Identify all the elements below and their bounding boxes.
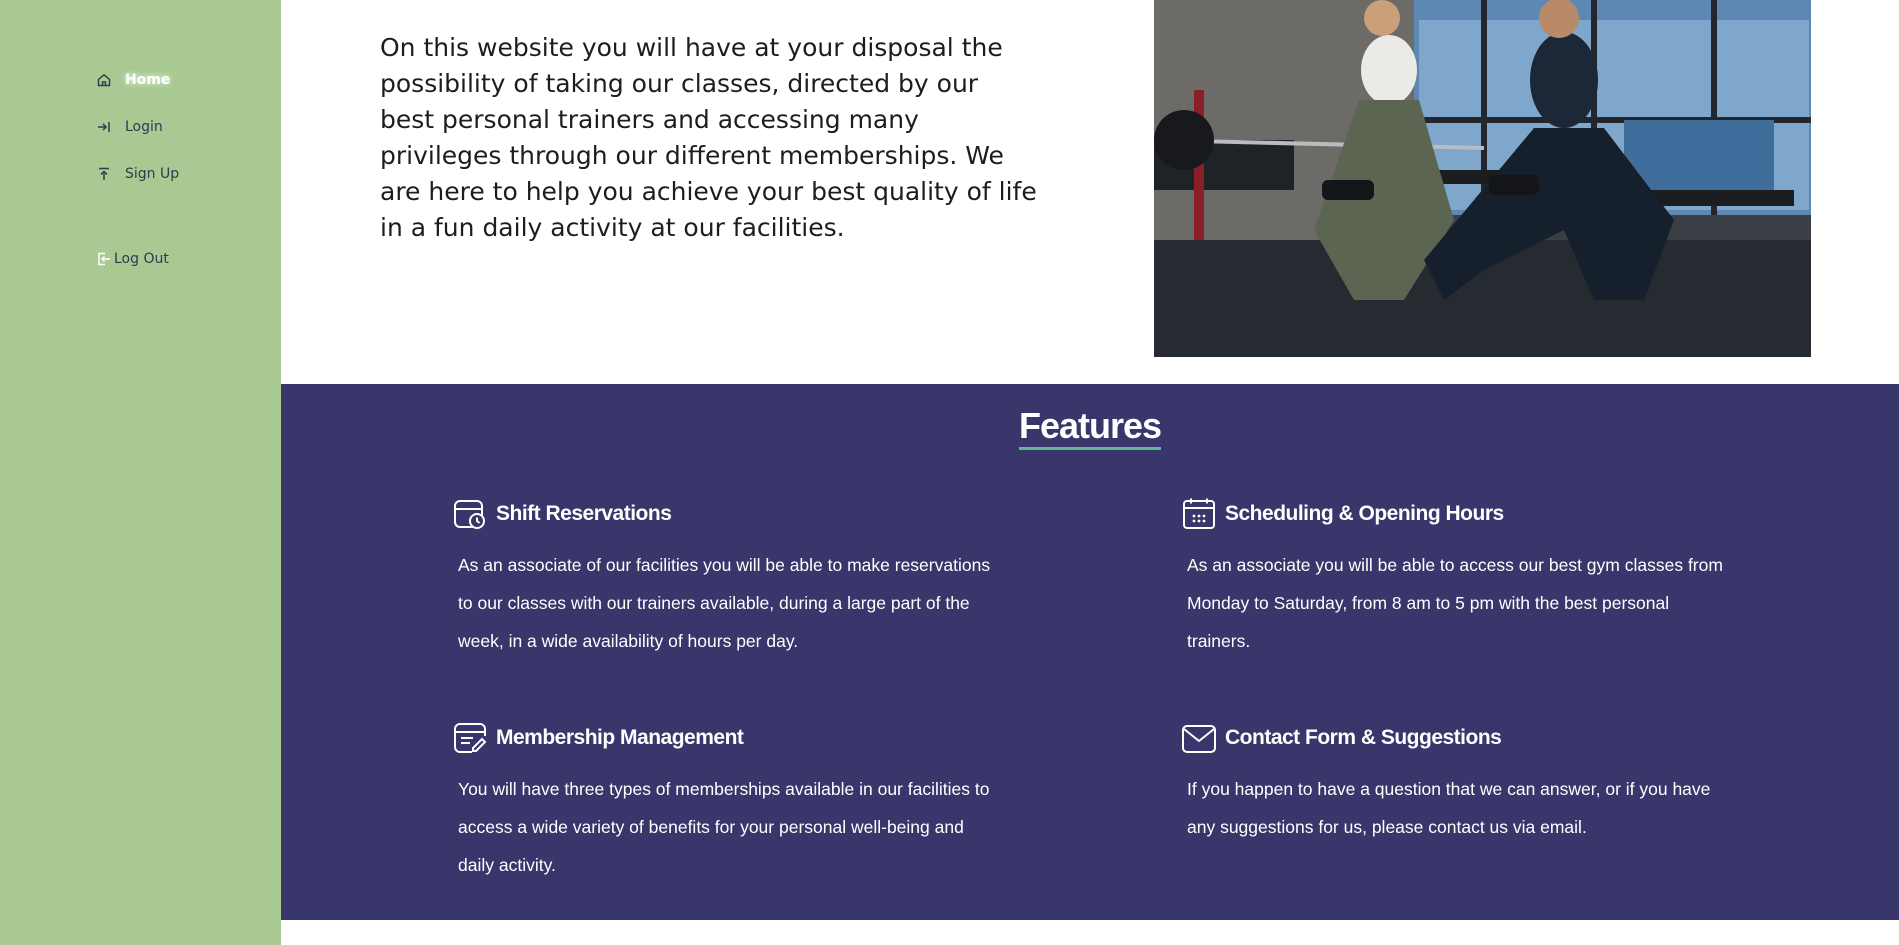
feature-scheduling: Scheduling & Opening Hours As an associa… bbox=[1181, 496, 1741, 660]
envelope-icon bbox=[1182, 725, 1216, 753]
features-title: Features bbox=[281, 406, 1899, 450]
feature-title: Membership Management bbox=[496, 726, 744, 749]
feature-contact-form: Contact Form & Suggestions If you happen… bbox=[1181, 720, 1741, 846]
gym-photo bbox=[1154, 0, 1811, 357]
sidebar: Home Login Sign Up Log Out bbox=[0, 0, 281, 945]
sidebar-item-label: Sign Up bbox=[125, 166, 180, 182]
login-icon bbox=[98, 122, 110, 132]
sidebar-item-login[interactable]: Login bbox=[96, 119, 163, 135]
feature-title: Contact Form & Suggestions bbox=[1225, 726, 1502, 749]
sidebar-item-home[interactable]: Home bbox=[96, 72, 170, 88]
document-edit-icon bbox=[454, 723, 487, 753]
feature-title: Shift Reservations bbox=[496, 502, 672, 525]
feature-text: As an associate you will be able to acce… bbox=[1187, 555, 1723, 651]
features-section: Features Shift Reservations As an associ… bbox=[281, 384, 1899, 920]
feature-title: Scheduling & Opening Hours bbox=[1225, 502, 1504, 525]
logout-button[interactable]: Log Out bbox=[96, 251, 169, 267]
calendar-clock-icon bbox=[454, 500, 485, 529]
calendar-icon bbox=[1183, 498, 1215, 529]
feature-text: You will have three types of memberships… bbox=[458, 779, 990, 875]
logout-icon bbox=[98, 252, 110, 266]
upload-icon bbox=[99, 167, 109, 180]
next-section-edge bbox=[281, 920, 1899, 945]
sidebar-item-label: Home bbox=[125, 72, 171, 88]
main-content: On this website you will have at your di… bbox=[281, 0, 1899, 945]
intro-text: On this website you will have at your di… bbox=[380, 33, 1037, 242]
feature-text: As an associate of our facilities you wi… bbox=[458, 555, 991, 651]
home-icon bbox=[97, 73, 111, 87]
feature-shift-reservations: Shift Reservations As an associate of ou… bbox=[452, 496, 1012, 660]
sidebar-item-sign-up[interactable]: Sign Up bbox=[96, 166, 179, 182]
sidebar-item-label: Login bbox=[125, 119, 163, 135]
feature-text: If you happen to have a question that we… bbox=[1187, 779, 1711, 837]
feature-membership-management: Membership Management You will have thre… bbox=[452, 720, 1012, 884]
logout-label: Log Out bbox=[114, 251, 169, 267]
